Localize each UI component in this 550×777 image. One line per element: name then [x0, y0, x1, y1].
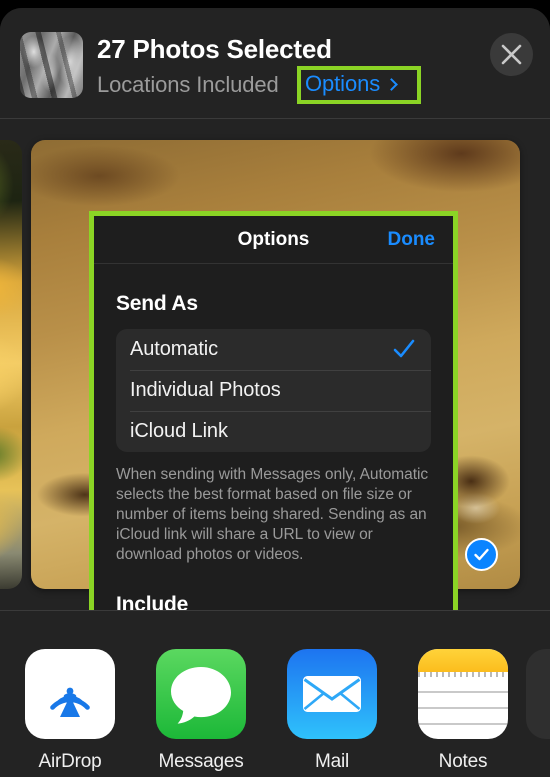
- notes-icon: [418, 649, 508, 739]
- send-as-option-individual-photos[interactable]: Individual Photos: [116, 370, 431, 411]
- done-button[interactable]: Done: [388, 229, 436, 251]
- options-panel-header: Options Done: [94, 216, 453, 264]
- photo-preview-area: Options Done Send As Automatic Individua…: [0, 119, 550, 610]
- photo-thumbnail-previous[interactable]: [0, 140, 22, 589]
- send-as-option-automatic[interactable]: Automatic: [116, 329, 431, 370]
- share-target-notes[interactable]: Notes: [418, 649, 508, 773]
- selected-badge[interactable]: [465, 538, 498, 571]
- send-as-option-label: Automatic: [130, 338, 219, 360]
- messages-icon: [156, 649, 246, 739]
- share-target-label: Mail: [314, 751, 350, 772]
- page-title: 27 Photos Selected: [97, 34, 332, 64]
- share-target-mail[interactable]: Mail: [287, 649, 377, 773]
- send-as-option-label: Individual Photos: [130, 379, 281, 401]
- share-sheet: 27 Photos Selected Locations Included Op…: [0, 8, 550, 777]
- close-icon: [501, 44, 522, 65]
- airdrop-icon: [25, 649, 115, 739]
- options-panel-body: Send As Automatic Individual Photos iClo…: [94, 292, 453, 610]
- share-target-label: AirDrop: [38, 751, 102, 772]
- chevron-right-icon: [385, 77, 398, 91]
- notes-header-band: [418, 649, 508, 672]
- include-section-title: Include: [116, 593, 189, 610]
- notes-rule-line: [418, 691, 508, 693]
- screenshot-root: 27 Photos Selected Locations Included Op…: [0, 0, 550, 777]
- mail-icon: [287, 649, 377, 739]
- send-as-option-label: iCloud Link: [130, 420, 228, 442]
- send-as-option-group: Automatic Individual Photos iCloud Link: [116, 329, 431, 452]
- close-button[interactable]: [490, 33, 533, 76]
- share-apps-row: AirDrop Messages Mail Notes: [0, 611, 550, 777]
- options-panel: Options Done Send As Automatic Individua…: [94, 216, 453, 610]
- send-as-footnote: When sending with Messages only, Automat…: [116, 466, 429, 563]
- checkmark-icon: [474, 548, 489, 561]
- share-target-messages[interactable]: Messages: [156, 649, 246, 773]
- notes-rule-line: [418, 723, 508, 725]
- share-sheet-header: 27 Photos Selected Locations Included Op…: [0, 8, 550, 118]
- send-as-section-title: Send As: [116, 292, 198, 315]
- share-target-label: Notes: [438, 751, 488, 772]
- notes-perforation: [418, 672, 508, 677]
- options-link-label: Options: [305, 71, 381, 96]
- share-target-airdrop[interactable]: AirDrop: [25, 649, 115, 773]
- thumbnail-image: [20, 32, 83, 98]
- photo-image-previous: [0, 140, 22, 589]
- selection-thumbnail: [20, 32, 83, 98]
- locations-included-label: Locations Included: [97, 72, 279, 97]
- share-target-label: Messages: [158, 751, 244, 772]
- more-app-icon: [526, 649, 550, 739]
- checkmark-icon: [393, 339, 415, 364]
- send-as-option-icloud-link[interactable]: iCloud Link: [116, 411, 431, 452]
- notes-rule-line: [418, 707, 508, 709]
- options-link[interactable]: Options: [305, 71, 398, 97]
